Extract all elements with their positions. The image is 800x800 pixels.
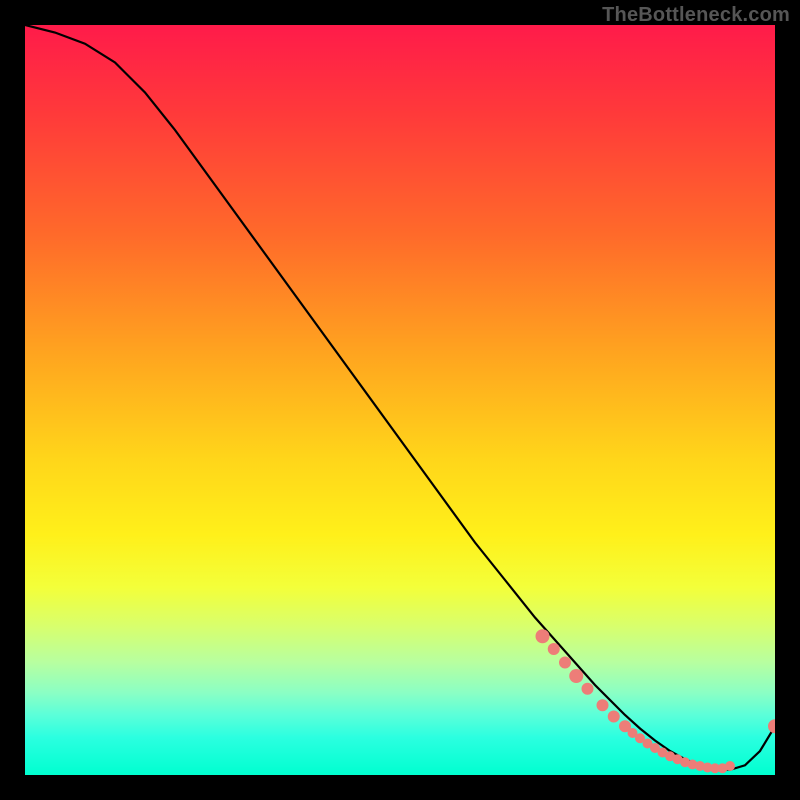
data-point	[608, 711, 620, 723]
data-point	[559, 657, 571, 669]
chart-frame: TheBottleneck.com	[0, 0, 800, 800]
data-point	[725, 761, 735, 771]
bottleneck-curve	[25, 25, 775, 770]
chart-svg	[25, 25, 775, 775]
plot-area	[25, 25, 775, 775]
data-point	[768, 719, 775, 733]
data-point	[582, 683, 594, 695]
data-point	[597, 699, 609, 711]
data-point	[569, 669, 583, 683]
watermark-text: TheBottleneck.com	[602, 4, 790, 27]
data-point	[536, 629, 550, 643]
data-point	[548, 643, 560, 655]
data-markers	[536, 629, 776, 773]
